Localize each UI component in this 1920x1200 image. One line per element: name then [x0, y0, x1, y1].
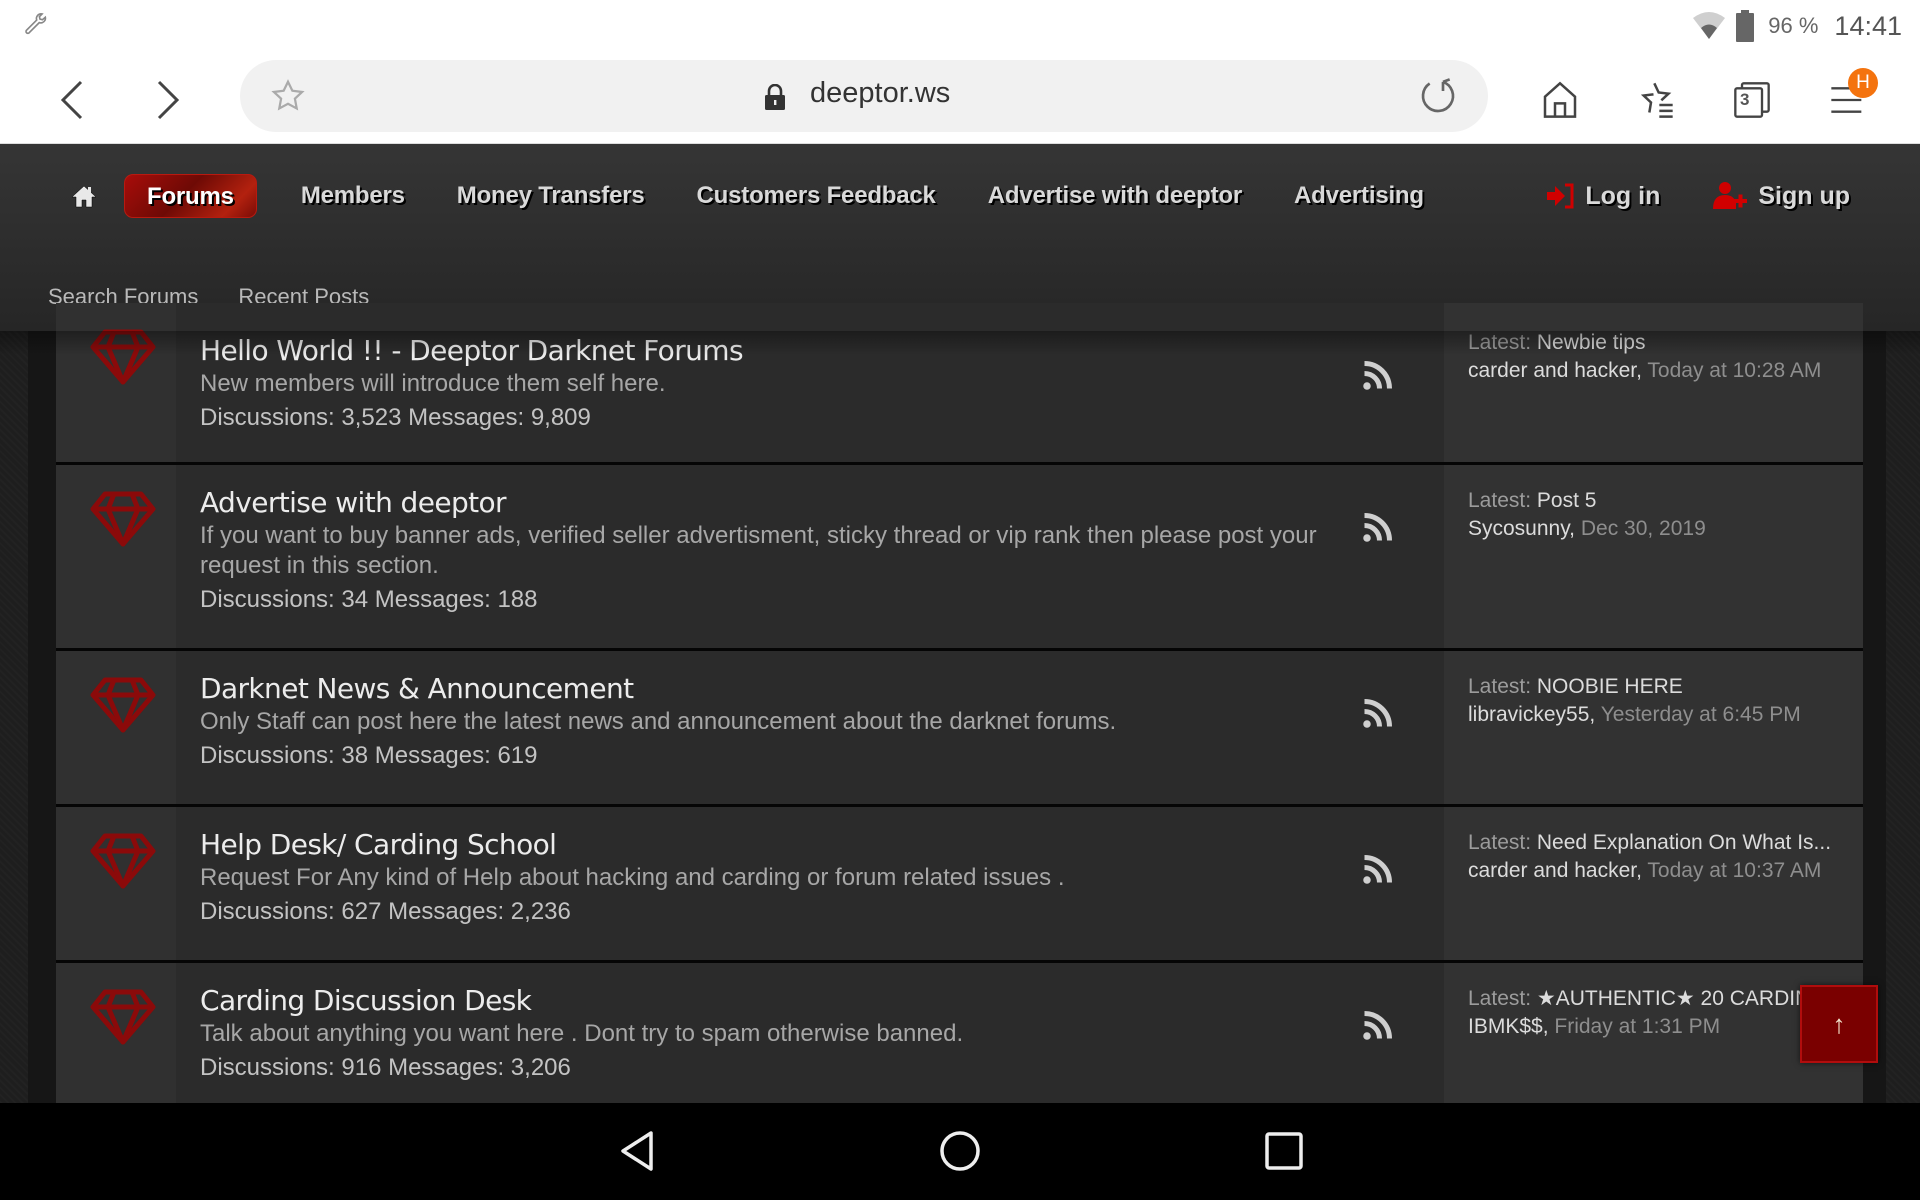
rss-icon[interactable]	[1362, 855, 1392, 885]
bookmarks-button[interactable]	[1630, 74, 1682, 126]
reload-icon[interactable]	[1418, 76, 1458, 116]
forum-stats: Discussions: 916 Messages: 3,206	[200, 1054, 571, 1081]
home-icon	[1543, 81, 1577, 118]
menu-button[interactable]: H	[1822, 68, 1878, 126]
battery-percent: 96 %	[1768, 13, 1819, 38]
login-button[interactable]: Log in	[1545, 182, 1660, 211]
home-icon	[71, 185, 97, 208]
gem-icon	[90, 329, 156, 385]
forum-description: Talk about anything you want here . Dont…	[200, 1020, 964, 1047]
login-icon	[1547, 183, 1574, 209]
forward-icon	[157, 80, 180, 120]
main-nav: Forums Members Money Transfers Customers…	[70, 174, 1443, 218]
latest-post-link[interactable]: Post 5	[1537, 489, 1597, 512]
latest-date: Yesterday at 6:45 PM	[1600, 703, 1801, 726]
nav-money-transfers[interactable]: Money Transfers	[438, 174, 664, 218]
latest-date: Today at 10:28 AM	[1647, 359, 1822, 382]
forum-title[interactable]: Carding Discussion Desk	[200, 983, 1340, 1019]
forum-stats: Discussions: 34 Messages: 188	[200, 586, 538, 613]
tabs-button[interactable]: 3	[1726, 74, 1778, 126]
latest-date: Dec 30, 2019	[1580, 517, 1706, 540]
android-back-icon[interactable]	[615, 1129, 659, 1173]
forum-row: Darknet News & Announcement Only Staff c…	[56, 651, 1863, 807]
forward-button[interactable]	[142, 74, 194, 126]
forum-title[interactable]: Darknet News & Announcement	[200, 671, 1340, 707]
battery-icon	[1736, 10, 1755, 42]
latest-post: Latest: Post 5 Sycosunny, Dec 30, 2019	[1444, 465, 1863, 648]
signup-label: Sign up	[1758, 181, 1850, 210]
latest-post: Latest: Need Explanation On What Is... c…	[1444, 807, 1863, 960]
forum-row: Advertise with deeptor If you want to bu…	[56, 465, 1863, 651]
forum-description: If you want to buy banner ads, verified …	[200, 522, 1317, 579]
status-bar: 96 % 14:41	[0, 0, 1920, 56]
back-icon	[60, 80, 83, 120]
forum-description: New members will introduce them self her…	[200, 370, 666, 397]
forum-description: Only Staff can post here the latest news…	[200, 708, 1117, 735]
forum-title[interactable]: Advertise with deeptor	[200, 485, 1340, 521]
forum-list: Hello World !! - Deeptor Darknet Forums …	[56, 303, 1863, 1123]
wifi-icon	[1693, 12, 1726, 39]
latest-user-link[interactable]: IBMK$$,	[1468, 1015, 1549, 1038]
nav-customers-feedback[interactable]: Customers Feedback	[678, 174, 955, 218]
latest-post-link[interactable]: ★AUTHENTIC★ 20 CARDING	[1537, 987, 1827, 1010]
nav-home-button[interactable]	[70, 182, 98, 210]
tabs-icon	[1734, 82, 1770, 118]
bookmark-star-icon[interactable]	[270, 78, 306, 114]
back-button[interactable]	[46, 74, 98, 126]
url-text[interactable]: deeptor.ws	[810, 77, 950, 110]
android-home-icon[interactable]	[938, 1129, 982, 1173]
browser-toolbar: deeptor.ws 3 H	[0, 56, 1920, 144]
nav-advertise-with-deeptor[interactable]: Advertise with deeptor	[969, 174, 1261, 218]
latest-post-link[interactable]: NOOBIE HERE	[1537, 675, 1683, 698]
forum-stats: Discussions: 38 Messages: 619	[200, 742, 538, 769]
rss-icon[interactable]	[1362, 699, 1392, 729]
home-button[interactable]	[1534, 74, 1586, 126]
latest-user-link[interactable]: carder and hacker,	[1468, 359, 1642, 382]
gem-icon	[90, 989, 156, 1045]
wrench-icon	[25, 13, 47, 35]
signup-button[interactable]: Sign up	[1712, 181, 1850, 211]
forum-stats: Discussions: 3,523 Messages: 9,809	[200, 404, 591, 431]
gem-icon	[90, 833, 156, 889]
bookmarks-icon	[1640, 82, 1673, 118]
nav-members[interactable]: Members	[282, 174, 424, 218]
forum-row: Help Desk/ Carding School Request For An…	[56, 807, 1863, 963]
latest-post-link[interactable]: Need Explanation On What Is...	[1537, 831, 1831, 854]
clock: 14:41	[1834, 10, 1902, 41]
latest-post: Latest: NOOBIE HERE libravickey55, Yeste…	[1444, 651, 1863, 804]
rss-icon[interactable]	[1362, 1011, 1392, 1041]
nav-advertising[interactable]: Advertising	[1275, 174, 1443, 218]
address-bar[interactable]: deeptor.ws	[240, 60, 1488, 132]
nav-forums[interactable]: Forums	[124, 174, 257, 218]
login-label: Log in	[1585, 181, 1661, 210]
profile-badge[interactable]: H	[1848, 68, 1878, 98]
forum-title[interactable]: Help Desk/ Carding School	[200, 827, 1340, 863]
scroll-to-top-button[interactable]: ↑	[1800, 985, 1878, 1063]
latest-user-link[interactable]: carder and hacker,	[1468, 859, 1642, 882]
lock-icon	[765, 84, 785, 110]
latest-user-link[interactable]: Sycosunny,	[1468, 517, 1575, 540]
forum-row: Carding Discussion Desk Talk about anyth…	[56, 963, 1863, 1123]
forum-title[interactable]: Hello World !! - Deeptor Darknet Forums	[200, 333, 1340, 369]
gem-icon	[90, 491, 156, 547]
android-nav-bar	[0, 1103, 1920, 1200]
auth-nav: Log in Sign up	[1545, 174, 1850, 218]
latest-date: Friday at 1:31 PM	[1554, 1015, 1721, 1038]
add-user-icon	[1713, 182, 1748, 209]
rss-icon[interactable]	[1362, 361, 1392, 391]
forum-stats: Discussions: 627 Messages: 2,236	[200, 898, 571, 925]
latest-post: Latest: Newbie tips carder and hacker, T…	[1444, 303, 1863, 462]
latest-date: Today at 10:37 AM	[1647, 859, 1822, 882]
latest-post-link[interactable]: Newbie tips	[1537, 331, 1646, 354]
rss-icon[interactable]	[1362, 513, 1392, 543]
forum-row: Hello World !! - Deeptor Darknet Forums …	[56, 303, 1863, 465]
gem-icon	[90, 677, 156, 733]
tab-count: 3	[1740, 90, 1750, 109]
forum-description: Request For Any kind of Help about hacki…	[200, 864, 1065, 891]
android-recents-icon[interactable]	[1262, 1129, 1306, 1173]
latest-user-link[interactable]: libravickey55,	[1468, 703, 1595, 726]
